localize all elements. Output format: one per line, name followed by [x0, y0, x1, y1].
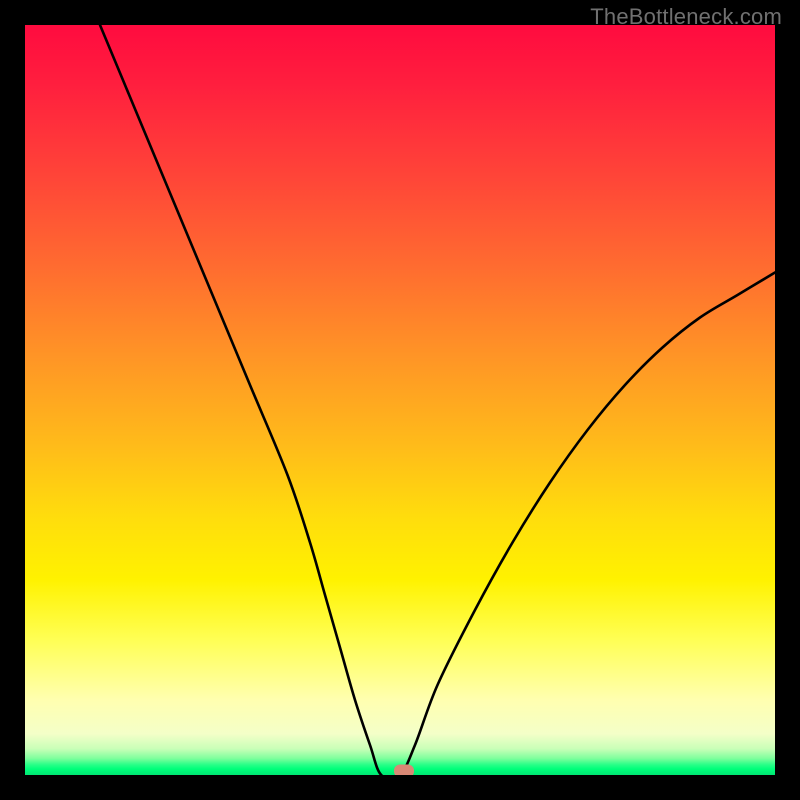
plot-area: [25, 25, 775, 775]
curve-svg: [25, 25, 775, 775]
optimum-marker: [394, 765, 414, 775]
chart-frame: TheBottleneck.com: [0, 0, 800, 800]
watermark-text: TheBottleneck.com: [590, 4, 782, 30]
bottleneck-curve: [100, 25, 775, 775]
